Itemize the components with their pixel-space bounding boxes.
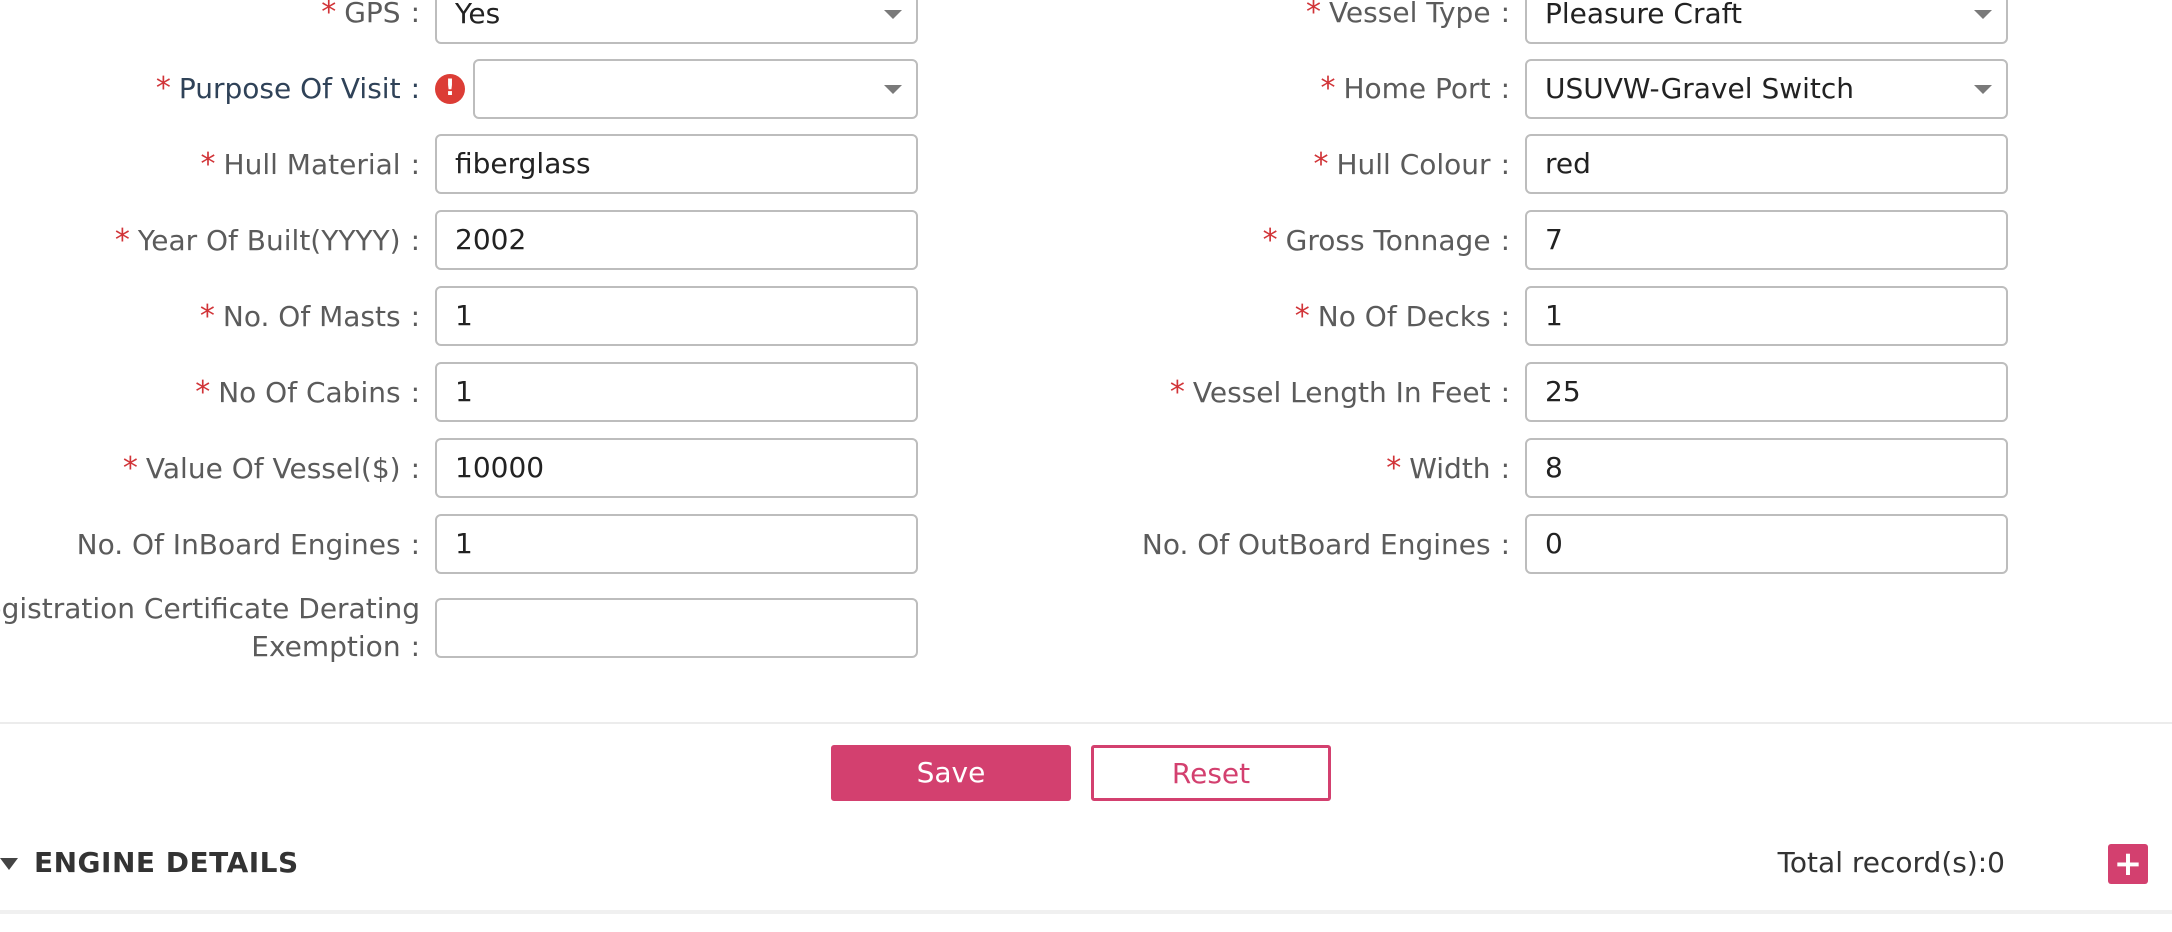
- gross-tonnage-label: * Gross Tonnage:: [1262, 223, 1510, 258]
- no-of-cabins-label: * No Of Cabins:: [195, 375, 420, 410]
- required-marker: *: [1294, 299, 1310, 334]
- value-of-vessel-input[interactable]: 10000: [435, 438, 918, 498]
- vessel-details-form: * GPS: Yes * Purpose Of Visit: ! * Hull Mat…: [0, 0, 2172, 932]
- required-marker: *: [195, 375, 211, 410]
- home-port-select[interactable]: USUVW-Gravel Switch: [1525, 59, 2008, 119]
- year-of-built-input[interactable]: 2002: [435, 210, 918, 270]
- no-of-decks-input[interactable]: 1: [1525, 286, 2008, 346]
- outboard-engines-label: No. Of OutBoard Engines:: [1141, 528, 1510, 561]
- purpose-of-visit-label: * Purpose Of Visit:: [155, 71, 420, 106]
- width-input[interactable]: 8: [1525, 438, 2008, 498]
- form-divider: [0, 722, 2172, 724]
- hull-material-input[interactable]: fiberglass: [435, 134, 918, 194]
- error-icon: !: [435, 74, 465, 104]
- derating-exemption-label: Registration Certificate Derating: [0, 592, 420, 625]
- gross-tonnage-input[interactable]: 7: [1525, 210, 2008, 270]
- required-marker: *: [122, 451, 138, 486]
- hull-material-label: * Hull Material:: [200, 147, 420, 182]
- required-marker: *: [1386, 451, 1402, 486]
- purpose-of-visit-select[interactable]: [473, 59, 918, 119]
- required-marker: *: [155, 71, 171, 106]
- add-engine-button[interactable]: +: [2108, 844, 2148, 884]
- required-marker: *: [114, 223, 130, 258]
- required-marker: *: [200, 147, 216, 182]
- outboard-engines-input[interactable]: 0: [1525, 514, 2008, 574]
- value-of-vessel-label: * Value Of Vessel($):: [122, 451, 420, 486]
- vessel-type-label: * Vessel Type:: [1306, 0, 1510, 32]
- inboard-engines-input[interactable]: 1: [435, 514, 918, 574]
- vessel-length-input[interactable]: 25: [1525, 362, 2008, 422]
- home-port-label: * Home Port:: [1320, 71, 1510, 106]
- no-of-cabins-input[interactable]: 1: [435, 362, 918, 422]
- required-marker: *: [1320, 71, 1336, 106]
- reset-button[interactable]: Reset: [1091, 745, 1331, 801]
- hull-colour-label: * Hull Colour:: [1313, 147, 1510, 182]
- required-marker: *: [1169, 375, 1185, 410]
- inboard-engines-label: No. Of InBoard Engines:: [76, 528, 420, 561]
- hull-colour-input[interactable]: red: [1525, 134, 2008, 194]
- vessel-type-select[interactable]: Pleasure Craft: [1525, 0, 2008, 44]
- no-of-decks-label: * No Of Decks:: [1294, 299, 1510, 334]
- required-marker: *: [321, 0, 337, 30]
- gps-label: * GPS:: [321, 0, 420, 32]
- required-marker: *: [199, 299, 215, 334]
- save-button[interactable]: Save: [831, 745, 1071, 801]
- gps-select[interactable]: Yes: [435, 0, 918, 44]
- required-marker: *: [1262, 223, 1278, 258]
- year-of-built-label: * Year Of Built(YYYY):: [114, 223, 420, 258]
- required-marker: *: [1305, 0, 1321, 30]
- no-of-masts-input[interactable]: 1: [435, 286, 918, 346]
- vessel-length-label: * Vessel Length In Feet:: [1169, 375, 1510, 410]
- derating-exemption-label-line2: Exemption:: [251, 630, 420, 663]
- engine-details-section: ENGINE DETAILS Total record(s):0 +: [0, 838, 2172, 914]
- width-label: * Width:: [1386, 451, 1510, 486]
- section-title[interactable]: ENGINE DETAILS: [34, 846, 299, 879]
- no-of-masts-label: * No. Of Masts:: [199, 299, 420, 334]
- derating-exemption-input[interactable]: [435, 598, 918, 658]
- total-records-count: Total record(s):0: [1777, 846, 2005, 879]
- collapse-caret-icon[interactable]: [0, 858, 18, 870]
- required-marker: *: [1313, 147, 1329, 182]
